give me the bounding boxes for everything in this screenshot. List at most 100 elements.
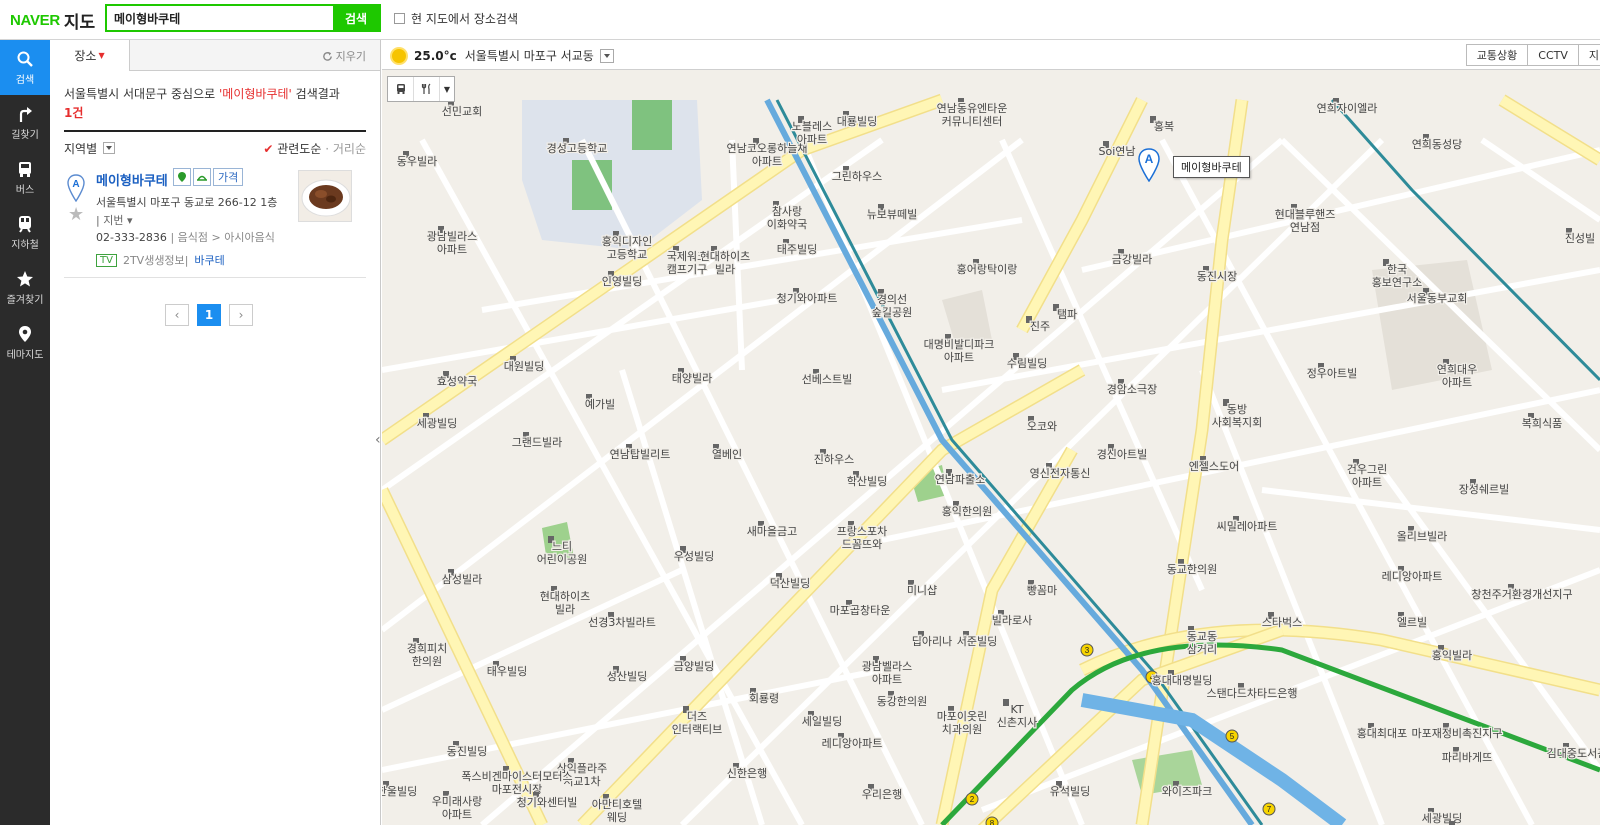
station-exit-icon[interactable]: 2 — [965, 792, 979, 806]
svg-text:서울동부교회: 서울동부교회 — [1407, 292, 1468, 305]
station-exit-icon[interactable]: 7 — [1262, 802, 1276, 816]
result-category-sub: 아시아음식 — [224, 231, 275, 244]
prev-page-button[interactable]: ‹ — [165, 304, 189, 326]
search-box: 검색 — [105, 4, 381, 32]
svg-text:연희대우: 연희대우 — [1437, 363, 1477, 376]
refresh-icon — [322, 51, 332, 61]
station-exit-icon[interactable]: 5 — [1225, 729, 1239, 743]
top-bar: NAVER 지도 검색 현 지도에서 장소검색 — [0, 0, 1600, 40]
svg-text:동교동: 동교동 — [1187, 630, 1217, 643]
svg-text:드꼼뜨와: 드꼼뜨와 — [842, 538, 882, 551]
map-poi-label[interactable]: 프랑스포차드꼼뜨와 — [835, 521, 889, 552]
map-poi-label[interactable]: 연남동유엔타운커뮤니티센터 — [935, 98, 1009, 129]
parking-icon[interactable] — [173, 168, 191, 186]
tv-info: TV 2TV생생정보 | 바쿠테 — [96, 252, 225, 268]
svg-text:서준빌딩: 서준빌딩 — [957, 635, 997, 648]
svg-text:복희식품: 복희식품 — [1522, 417, 1562, 430]
map-poi-label[interactable]: 건우그린아파트 — [1346, 459, 1388, 490]
nav-item-theme-map[interactable]: 테마지도 — [0, 315, 50, 370]
svg-text:치과의원: 치과의원 — [942, 723, 982, 736]
svg-text:뉴보뷰떼빌: 뉴보뷰떼빌 — [867, 208, 918, 221]
restaurant-toggle[interactable] — [414, 77, 440, 101]
map-area[interactable]: 25.0°c 서울특별시 마포구 서교동 교통상황 CCTV 지 ▼ 34528… — [382, 40, 1600, 825]
nav-item-route[interactable]: 길찾기 — [0, 95, 50, 150]
scope-checkbox[interactable] — [394, 13, 405, 24]
map-poi-label[interactable]: 노블레스아파트 — [791, 116, 833, 147]
map-tools: 교통상황 CCTV 지 — [1465, 44, 1600, 66]
svg-text:열베인: 열베인 — [712, 448, 742, 461]
summary-prefix: 서울특별시 서대문구 중심으로 — [64, 87, 216, 101]
svg-text:아파트: 아파트 — [442, 808, 472, 821]
svg-text:아파트: 아파트 — [944, 351, 974, 364]
result-title[interactable]: 메이형바쿠테 — [96, 170, 168, 189]
map-poi-label[interactable]: 경희피치한의원 — [406, 638, 448, 669]
chevron-left-icon: ‹ — [375, 432, 381, 448]
svg-text:커뮤니티센터: 커뮤니티센터 — [942, 115, 1003, 128]
svg-text:유석빌딩: 유석빌딩 — [1050, 785, 1090, 798]
more-tool-button[interactable]: 지 — [1577, 44, 1600, 66]
tv-badge: TV — [96, 253, 117, 267]
svg-text:빌라: 빌라 — [555, 603, 575, 616]
station-exit-icon[interactable]: 8 — [985, 816, 999, 825]
svg-text:딥아리나: 딥아리나 — [912, 635, 952, 648]
svg-text:동교한의원: 동교한의원 — [1167, 563, 1218, 576]
station-exit-icon[interactable]: 3 — [1080, 643, 1094, 657]
search-input[interactable] — [107, 6, 333, 30]
svg-text:금강빌라: 금강빌라 — [1112, 253, 1152, 266]
page-number-button[interactable]: 1 — [197, 304, 221, 326]
nav-item-bus[interactable]: 버스 — [0, 150, 50, 205]
favorite-star-icon[interactable]: ★ — [68, 204, 84, 225]
naver-map-logo[interactable]: NAVER 지도 — [10, 7, 95, 33]
svg-text:사회복지회: 사회복지회 — [1212, 416, 1263, 429]
svg-text:KT: KT — [1010, 703, 1023, 716]
svg-text:홍복: 홍복 — [1154, 119, 1174, 133]
cctv-button[interactable]: CCTV — [1527, 44, 1579, 66]
map-canvas[interactable]: 345287 선민교회동우빌라경성고등학교광남빌라스아파트홍익디자인고등학교연남… — [382, 70, 1600, 825]
result-badges: 가격 — [173, 168, 245, 186]
sort-relevance[interactable]: 관련도순 — [277, 142, 321, 156]
map-poi-label[interactable]: 동교동삼거리 — [1186, 626, 1218, 657]
next-page-button[interactable]: › — [229, 304, 253, 326]
bus-stop-toggle[interactable] — [388, 77, 414, 101]
clear-button[interactable]: 지우기 — [322, 48, 366, 64]
tv-link[interactable]: 바쿠테 — [194, 252, 224, 268]
svg-text:빌라로사: 빌라로사 — [992, 614, 1032, 627]
weather-info: 25.0°c 서울특별시 마포구 서교동 — [392, 47, 614, 64]
map-marker[interactable]: A — [1137, 148, 1161, 182]
map-poi-label[interactable]: 연희대우아파트 — [1436, 359, 1478, 390]
scope-search-option[interactable]: 현 지도에서 장소검색 — [394, 10, 518, 27]
location-dropdown[interactable] — [599, 48, 614, 63]
price-badge[interactable]: 가격 — [213, 168, 244, 186]
nav-label: 검색 — [15, 74, 35, 86]
svg-text:노블레스: 노블레스 — [792, 120, 832, 133]
check-icon: ✔ — [263, 142, 274, 156]
svg-text:그린하우스: 그린하우스 — [832, 169, 883, 183]
nav-item-subway[interactable]: 지하철 — [0, 205, 50, 260]
svg-text:레디앙아파트: 레디앙아파트 — [1382, 570, 1443, 583]
svg-text:파리바게뜨: 파리바게뜨 — [1442, 751, 1493, 764]
tab-place[interactable]: 장소 ▼ — [50, 40, 130, 71]
result-thumbnail[interactable] — [298, 170, 352, 222]
map-poi-label[interactable]: 경의선숲길공원 — [871, 289, 913, 320]
restaurant-icon[interactable] — [193, 168, 211, 186]
region-filter-dropdown[interactable] — [103, 142, 116, 154]
map-poi-label[interactable]: 참사랑이화약국 — [766, 201, 808, 232]
map-poi-label[interactable]: 마포이옷린치과의원 — [935, 706, 989, 737]
panel-tabs: 장소 ▼ 지우기 — [50, 40, 380, 71]
bus-icon — [19, 161, 31, 177]
map-poi-label[interactable]: 홍익디자인고등학교 — [600, 231, 654, 262]
tab-place-label: 장소 — [74, 49, 97, 63]
svg-text:7: 7 — [1267, 805, 1272, 814]
search-button[interactable]: 검색 — [333, 6, 379, 30]
nav-item-search[interactable]: 검색 — [0, 40, 50, 95]
svg-text:연남동유엔타운: 연남동유엔타운 — [937, 102, 1008, 115]
map-marker-label[interactable]: 메이형바쿠테 — [1173, 156, 1250, 178]
svg-text:동강한의원: 동강한의원 — [877, 695, 928, 708]
nav-item-favorites[interactable]: 즐겨찾기 — [0, 260, 50, 315]
poi-more-dropdown[interactable]: ▼ — [440, 77, 454, 101]
jibun-toggle[interactable]: | 지번 ▾ — [96, 212, 132, 228]
traffic-button[interactable]: 교통상황 — [1465, 44, 1529, 66]
list-item[interactable]: A ★ 메이형바쿠테 가격 서울특별시 마포구 동교로 266-12 1층 | … — [64, 168, 366, 278]
field-area — [632, 100, 672, 150]
sort-distance[interactable]: 거리순 — [333, 142, 366, 156]
